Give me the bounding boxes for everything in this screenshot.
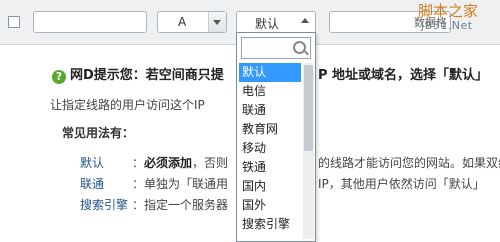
- dropdown-option[interactable]: 默认: [239, 63, 301, 82]
- tip-text-tail: P 地址或域名，选择「默认」: [318, 68, 489, 83]
- line-dropdown: 默认 电信 联通 教育网 移动 铁通 国内 国外 搜索引擎: [236, 32, 316, 242]
- row-checkbox[interactable]: [8, 16, 20, 28]
- dropdown-option[interactable]: 铁通: [239, 158, 301, 177]
- dropdown-option[interactable]: 移动: [239, 139, 301, 158]
- dropdown-option[interactable]: 搜索引擎: [239, 215, 301, 234]
- line-select-value: 默认: [255, 17, 280, 31]
- usage-key: 联通: [80, 177, 105, 191]
- record-type-value: A: [178, 15, 187, 29]
- scrollbar-thumb[interactable]: [304, 65, 313, 151]
- tip-line: ? 网D提示您：若空间商只提: [52, 64, 224, 84]
- usage-title: 常见用法有：: [62, 126, 135, 140]
- usage-row-tail: 的线路才能访问您的网站。如果双线: [318, 156, 500, 170]
- dropdown-search-input[interactable]: [241, 37, 311, 59]
- dropdown-options: 默认 电信 联通 教育网 移动 铁通 国内 国外 搜索引擎: [239, 63, 301, 234]
- usage-row: 搜索引擎 ：指定一个服务器: [80, 198, 229, 212]
- chevron-up-icon: [301, 18, 309, 23]
- dropdown-option[interactable]: 国内: [239, 177, 301, 196]
- usage-key: 默认: [80, 156, 105, 170]
- usage-key: 搜索引擎: [80, 198, 129, 212]
- dropdown-option[interactable]: 联通: [239, 101, 301, 120]
- tip-text: 网D提示您：若空间商只提: [70, 68, 224, 83]
- watermark-title: 脚本之家: [418, 2, 479, 20]
- dropdown-option[interactable]: 电信: [239, 82, 301, 101]
- usage-row: 联通 ：单独为「联通用: [80, 177, 229, 191]
- dropdown-option[interactable]: 教育网: [239, 120, 301, 139]
- dropdown-option[interactable]: 国外: [239, 196, 301, 215]
- record-type-select[interactable]: A: [157, 11, 227, 33]
- line-description: 让指定线路的用户访问这个IP: [50, 98, 205, 112]
- watermark-url: JB51.Net: [421, 19, 473, 32]
- usage-row-tail: IP，其他用户依然访问「默认」: [318, 177, 485, 191]
- question-icon: ?: [52, 70, 66, 84]
- usage-row: 默认 ：必须添加，否则: [80, 156, 229, 170]
- dropdown-scrollbar[interactable]: [303, 63, 314, 239]
- line-select[interactable]: 默认: [236, 11, 316, 33]
- host-record-input[interactable]: [33, 11, 147, 33]
- chevron-down-icon[interactable]: [208, 12, 226, 32]
- search-icon: [293, 41, 306, 54]
